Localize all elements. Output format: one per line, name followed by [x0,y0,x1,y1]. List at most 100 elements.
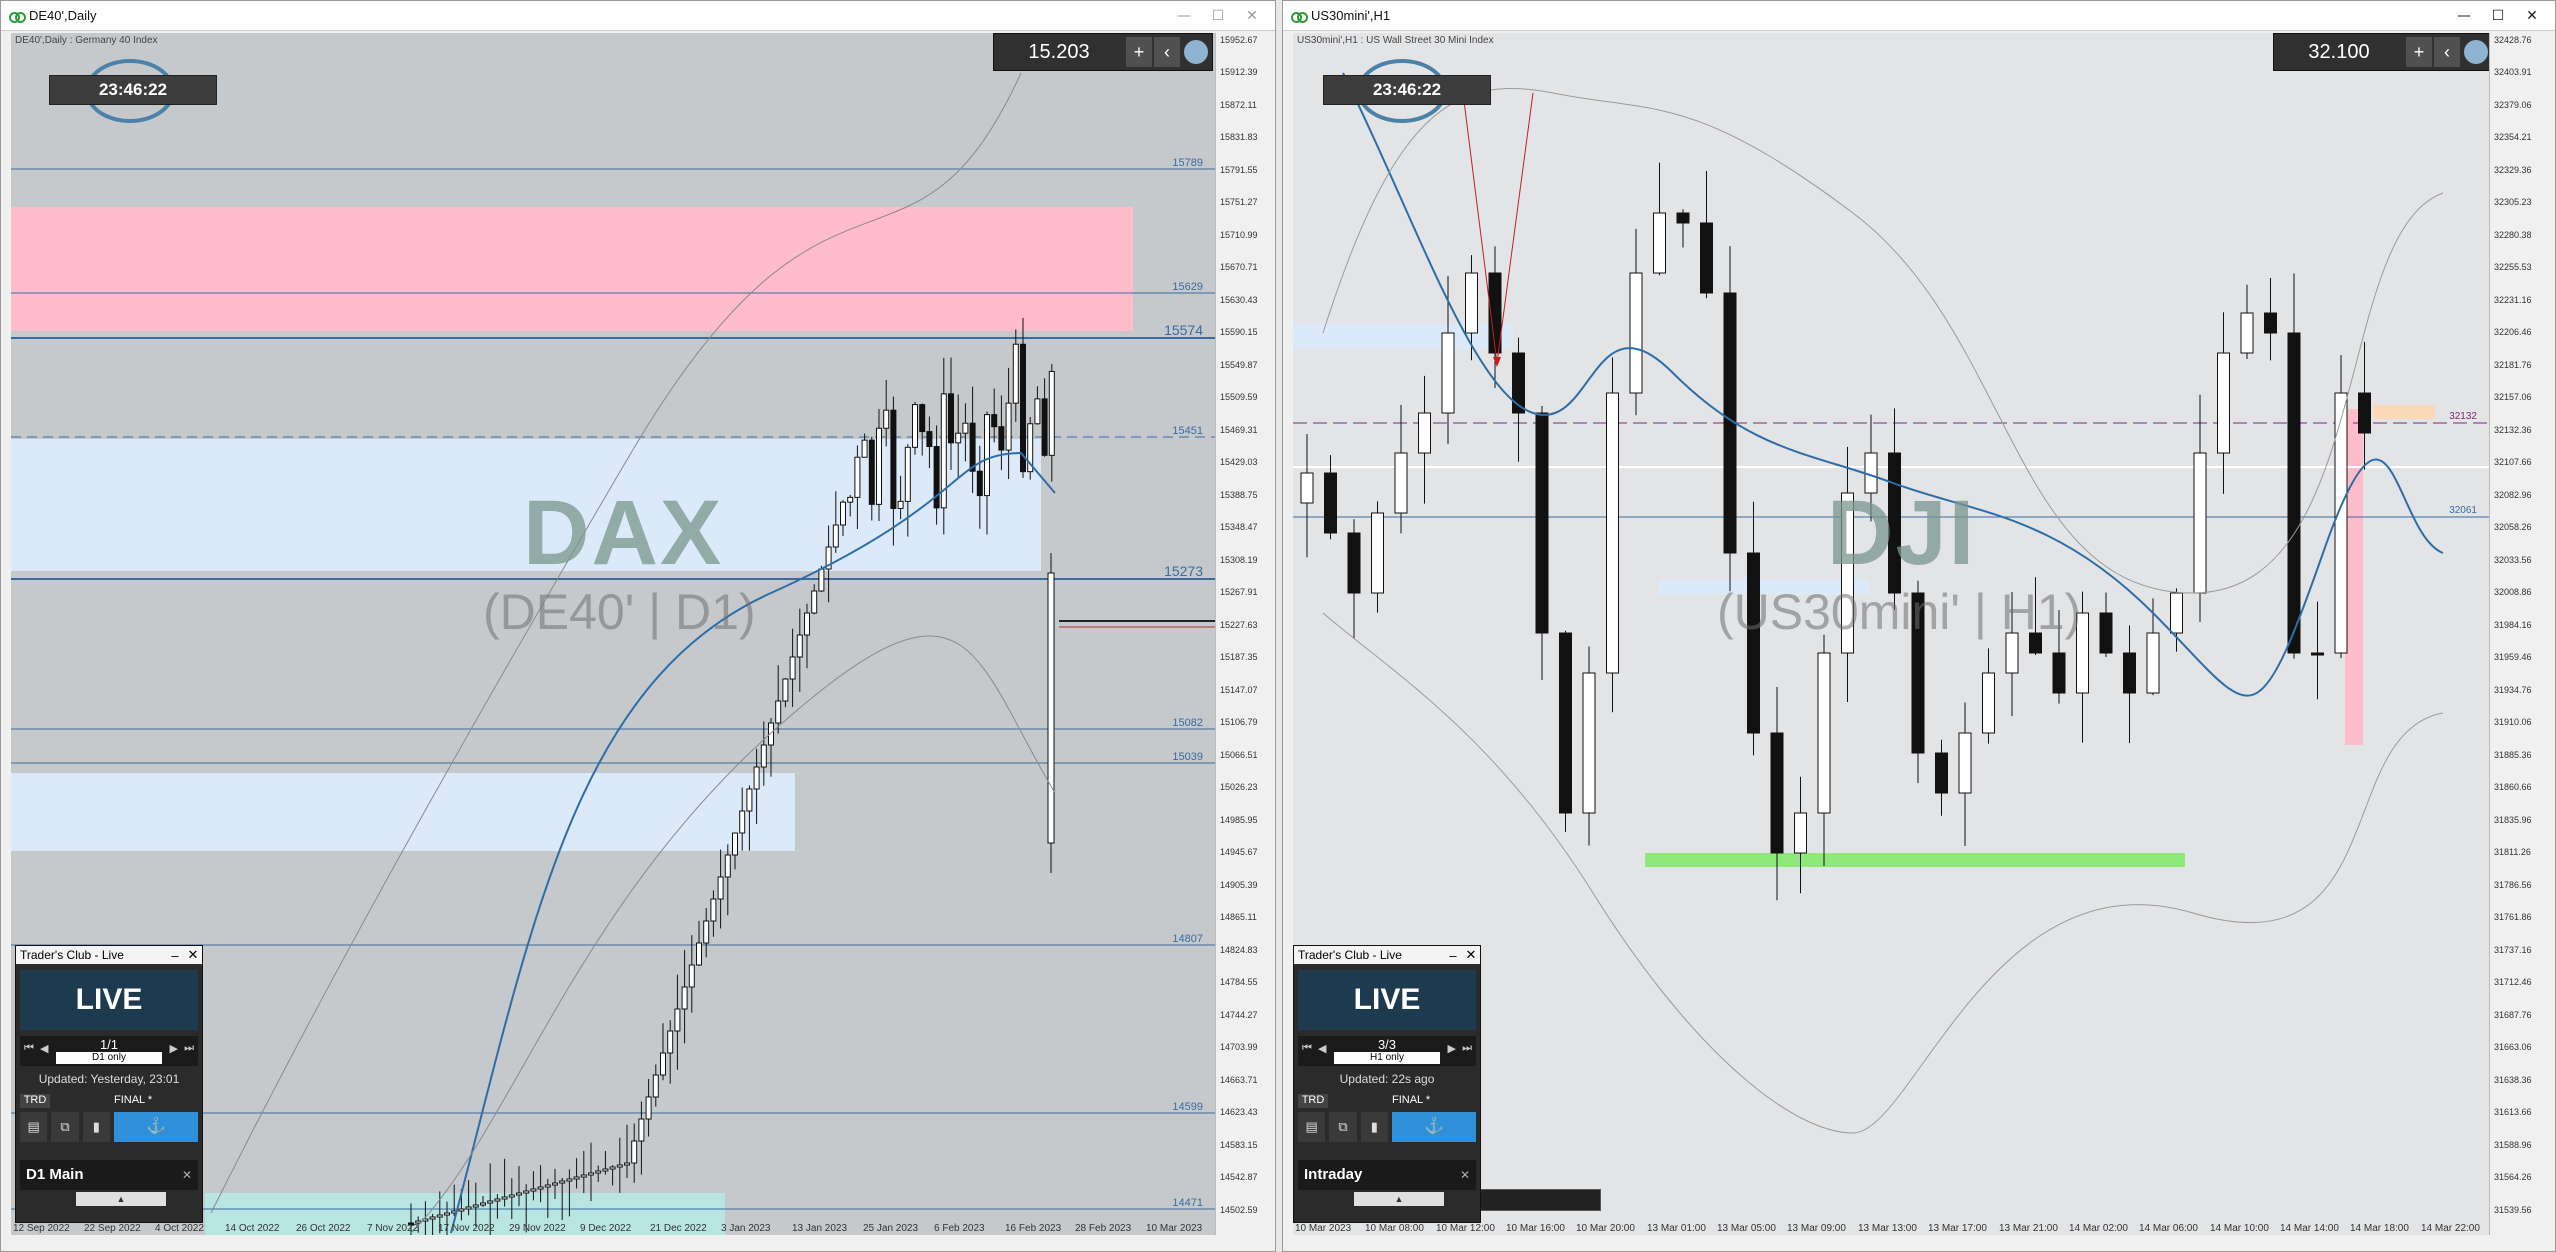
candle-body [926,431,933,448]
price-tick-label: 32403.91 [2494,67,2532,77]
expand-button[interactable]: ▲ [76,1192,166,1206]
level-label: 15082 [1172,717,1203,729]
signal-filter[interactable]: D1 only [56,1052,162,1064]
trd-button[interactable]: TRD [1298,1094,1328,1108]
battery-icon[interactable]: ▮ [82,1112,110,1142]
date-tick-label: 10 Mar 20:00 [1576,1223,1635,1234]
next-icon[interactable]: ▶ [1448,1042,1456,1055]
candle-body [710,898,717,922]
candle-body [667,1030,674,1054]
candle-body [588,1172,594,1176]
candle-body [566,1178,573,1182]
candle-body [703,920,710,944]
candle-body [609,1166,616,1170]
candle-body [984,414,990,497]
trd-button[interactable]: TRD [20,1094,50,1108]
strategy-close-icon[interactable]: ✕ [182,1160,192,1190]
candle-body [760,744,767,768]
panel-minimize-button[interactable]: – [166,948,184,963]
candle-body [955,432,962,444]
panel-close-button[interactable]: ✕ [184,947,202,963]
symbol-description: DE40',Daily : Germany 40 Index [15,35,158,46]
maximize-button[interactable]: ☐ [1201,8,1235,24]
minimize-button[interactable]: — [1167,8,1201,24]
level-label: 14471 [1172,1197,1203,1209]
price-tick-label: 14623.43 [1220,1107,1258,1117]
close-button[interactable]: ✕ [2515,8,2549,24]
candle-body [660,1052,666,1076]
signal-filter[interactable]: H1 only [1334,1052,1440,1064]
last-icon[interactable]: ⏭ [184,1042,194,1055]
windows-icon[interactable]: ⧉ [51,1112,79,1142]
document-icon[interactable]: ▤ [1298,1112,1326,1142]
battery-icon[interactable]: ▮ [1360,1112,1388,1142]
candle-body [912,404,918,448]
level-label: 15789 [1172,157,1203,169]
date-tick-label: 16 Feb 2023 [1005,1223,1062,1234]
candle-body [580,1174,587,1178]
price-axis[interactable]: 32428.76 32403.91 32379.06 32354.21 32329.36… [2489,33,2543,1235]
panel-titlebar[interactable]: Trader's Club - Live – ✕ [1294,946,1480,964]
candle-body [674,1008,681,1032]
anchor-button[interactable]: ⚓ [1392,1112,1476,1142]
date-tick-label: 13 Mar 17:00 [1928,1223,1987,1234]
panel-close-button[interactable]: ✕ [1462,947,1480,963]
price-tick-label: 14542.87 [1220,1172,1258,1182]
price-tick-label: 31588.96 [2494,1140,2532,1150]
candle-body [1794,812,1807,854]
price-axis[interactable]: 15952.67 15912.39 15872.11 15831.83 15791.55… [1215,33,1269,1235]
status-dot-icon[interactable] [2464,40,2488,64]
chevron-left-icon[interactable]: ‹ [1154,37,1180,67]
price-tick-label: 15710.99 [1220,230,1258,240]
candle-body [458,1208,465,1212]
strategy-close-icon[interactable]: ✕ [1460,1160,1470,1190]
next-icon[interactable]: ▶ [170,1042,178,1055]
panel-titlebar[interactable]: Trader's Club - Live – ✕ [16,946,202,964]
minimize-button[interactable]: — [2447,8,2481,24]
price-tick-label: 32231.16 [2494,295,2532,305]
level-label: 15273 [1164,563,1203,579]
maximize-button[interactable]: ☐ [2481,8,2515,24]
price-tick-label: 31539.56 [2494,1205,2532,1215]
expand-button[interactable]: ▲ [1354,1192,1444,1206]
time-axis[interactable]: 12 Sep 2022 22 Sep 2022 4 Oct 2022 14 Oct 2… [11,1223,1215,1237]
strategy-selector[interactable]: D1 Main ✕ [20,1160,198,1190]
candle-body [1535,412,1549,634]
date-tick-label: 10 Mar 12:00 [1436,1223,1495,1234]
candle-body [645,1096,652,1120]
price-tick-label: 14865.11 [1220,912,1257,922]
anchor-button[interactable]: ⚓ [114,1112,198,1142]
price-tick-label: 31860.66 [2494,782,2532,792]
chevron-left-icon[interactable]: ‹ [2434,37,2460,67]
candle-body [696,942,702,966]
windows-icon[interactable]: ⧉ [1329,1112,1357,1142]
time-axis[interactable]: 10 Mar 2023 10 Mar 08:00 10 Mar 12:00 10 Ma… [1293,1223,2489,1237]
price-tick-label: 31910.06 [2494,717,2532,727]
status-dot-icon[interactable] [1184,40,1208,64]
plus-icon[interactable]: + [2406,37,2432,67]
candle-body [494,1198,501,1202]
panel-minimize-button[interactable]: – [1444,948,1462,963]
bollinger-lower [1322,612,2444,1134]
price-tick-label: 15429.03 [1220,457,1258,467]
price-tick-label: 32008.86 [2494,587,2532,597]
window-titlebar[interactable]: DE40',Daily — ☐ ✕ [1,1,1275,31]
window-titlebar[interactable]: US30mini',H1 — ☐ ✕ [1283,1,2555,31]
level-label: 14807 [1172,933,1203,945]
candle-body [480,1202,486,1206]
last-icon[interactable]: ⏭ [1462,1042,1472,1055]
bollinger-lower [410,635,1056,1234]
supply-zone [2345,409,2363,745]
strategy-selector[interactable]: Intraday ✕ [1298,1160,1476,1190]
candle-body [465,1206,472,1210]
candle-body [552,1182,558,1186]
date-tick-label: 13 Mar 13:00 [1858,1223,1917,1234]
level-label: 14599 [1172,1101,1203,1113]
symbol-watermark: DJI [1827,482,1977,584]
plus-icon[interactable]: + [1126,37,1152,67]
date-tick-label: 6 Feb 2023 [934,1223,985,1234]
candle-body [775,700,782,724]
document-icon[interactable]: ▤ [20,1112,48,1142]
close-button[interactable]: ✕ [1235,8,1269,24]
price-tick-label: 14945.67 [1220,847,1258,857]
